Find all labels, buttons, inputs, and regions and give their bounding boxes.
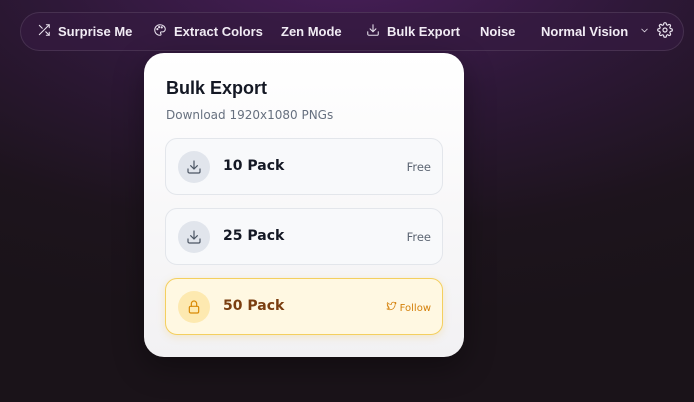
option-price-tag: Free: [406, 230, 431, 244]
download-icon: [178, 151, 210, 183]
zen-mode-label: Zen Mode: [281, 24, 342, 39]
gear-icon: [657, 22, 673, 41]
download-icon: [366, 23, 380, 40]
export-option-10-pack[interactable]: 10 Pack Free: [165, 138, 443, 195]
lock-icon: [178, 291, 210, 323]
zen-mode-button[interactable]: Zen Mode: [281, 13, 342, 50]
top-toolbar: Surprise Me Extract Colors Zen Mode Bulk…: [20, 12, 684, 51]
settings-button[interactable]: [657, 13, 673, 50]
download-icon: [178, 221, 210, 253]
noise-label: Noise: [480, 24, 516, 39]
palette-icon: [153, 23, 167, 40]
extract-colors-label: Extract Colors: [174, 24, 263, 39]
export-option-25-pack[interactable]: 25 Pack Free: [165, 208, 443, 265]
bulk-export-button[interactable]: Bulk Export: [366, 13, 460, 50]
follow-label: Follow: [399, 302, 431, 314]
noise-button[interactable]: Noise: [480, 13, 515, 50]
popover-subtitle: Download 1920x1080 PNGs: [166, 108, 334, 122]
extract-colors-button[interactable]: Extract Colors: [153, 13, 263, 50]
shuffle-icon: [37, 23, 51, 40]
follow-link[interactable]: Follow: [386, 301, 431, 315]
surprise-me-button[interactable]: Surprise Me: [37, 13, 132, 50]
bulk-export-popover: Bulk Export Download 1920x1080 PNGs 10 P…: [144, 53, 464, 357]
surprise-me-label: Surprise Me: [58, 24, 133, 39]
option-label: 10 Pack: [223, 158, 285, 174]
chevron-down-icon: [639, 24, 650, 39]
vision-mode-select[interactable]: Normal Vision: [541, 13, 650, 50]
popover-title: Bulk Export: [166, 78, 268, 98]
twitter-icon: [386, 301, 397, 315]
option-label: 25 Pack: [223, 228, 285, 244]
export-option-50-pack[interactable]: 50 Pack Follow: [165, 278, 443, 335]
option-label: 50 Pack: [223, 298, 285, 314]
bulk-export-label: Bulk Export: [387, 24, 460, 39]
option-price-tag: Free: [406, 160, 431, 174]
vision-mode-label: Normal Vision: [541, 24, 629, 39]
